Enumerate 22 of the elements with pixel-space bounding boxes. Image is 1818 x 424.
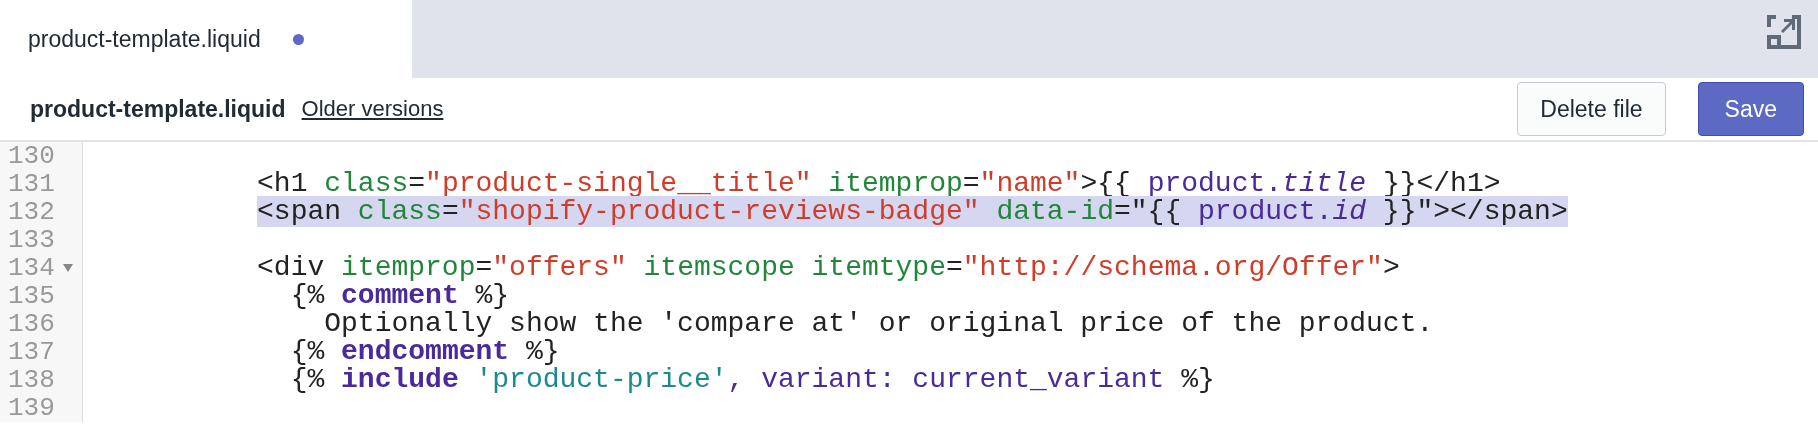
line-number: 131	[8, 170, 55, 198]
save-button[interactable]: Save	[1697, 82, 1804, 136]
delete-button[interactable]: Delete file	[1517, 82, 1666, 136]
line-number: 139	[8, 394, 55, 422]
code-line: {% comment %}	[290, 280, 510, 311]
code-line: {% endcomment %}	[290, 336, 560, 367]
fold-arrow-icon[interactable]	[62, 263, 73, 273]
line-number: 130	[8, 142, 55, 170]
line-number: 132	[8, 198, 55, 226]
code-line: {% include 'product-price', variant: current_variant %}	[290, 364, 1215, 395]
line-number: 136	[8, 310, 55, 338]
line-number: 138	[8, 366, 55, 394]
line-number: 137	[8, 338, 55, 366]
line-number: 134	[8, 254, 55, 282]
code-line: <div itemprop="offers" itemscope itemtype="http://schema.org/Offer">	[257, 252, 1400, 283]
line-number: 135	[8, 282, 55, 310]
code-line: Optionally show the 'compare at' or original price of the product.	[324, 308, 1434, 339]
line-number: 133	[8, 226, 55, 254]
older-versions-link[interactable]: Older versions	[301, 96, 444, 122]
file-title: product-template.liquid	[30, 95, 286, 123]
expand-icon[interactable]	[1764, 12, 1804, 52]
code-line: <h1 class="product-single__title" itemprop="name">{{ product.title }}</h1>	[257, 168, 1501, 199]
